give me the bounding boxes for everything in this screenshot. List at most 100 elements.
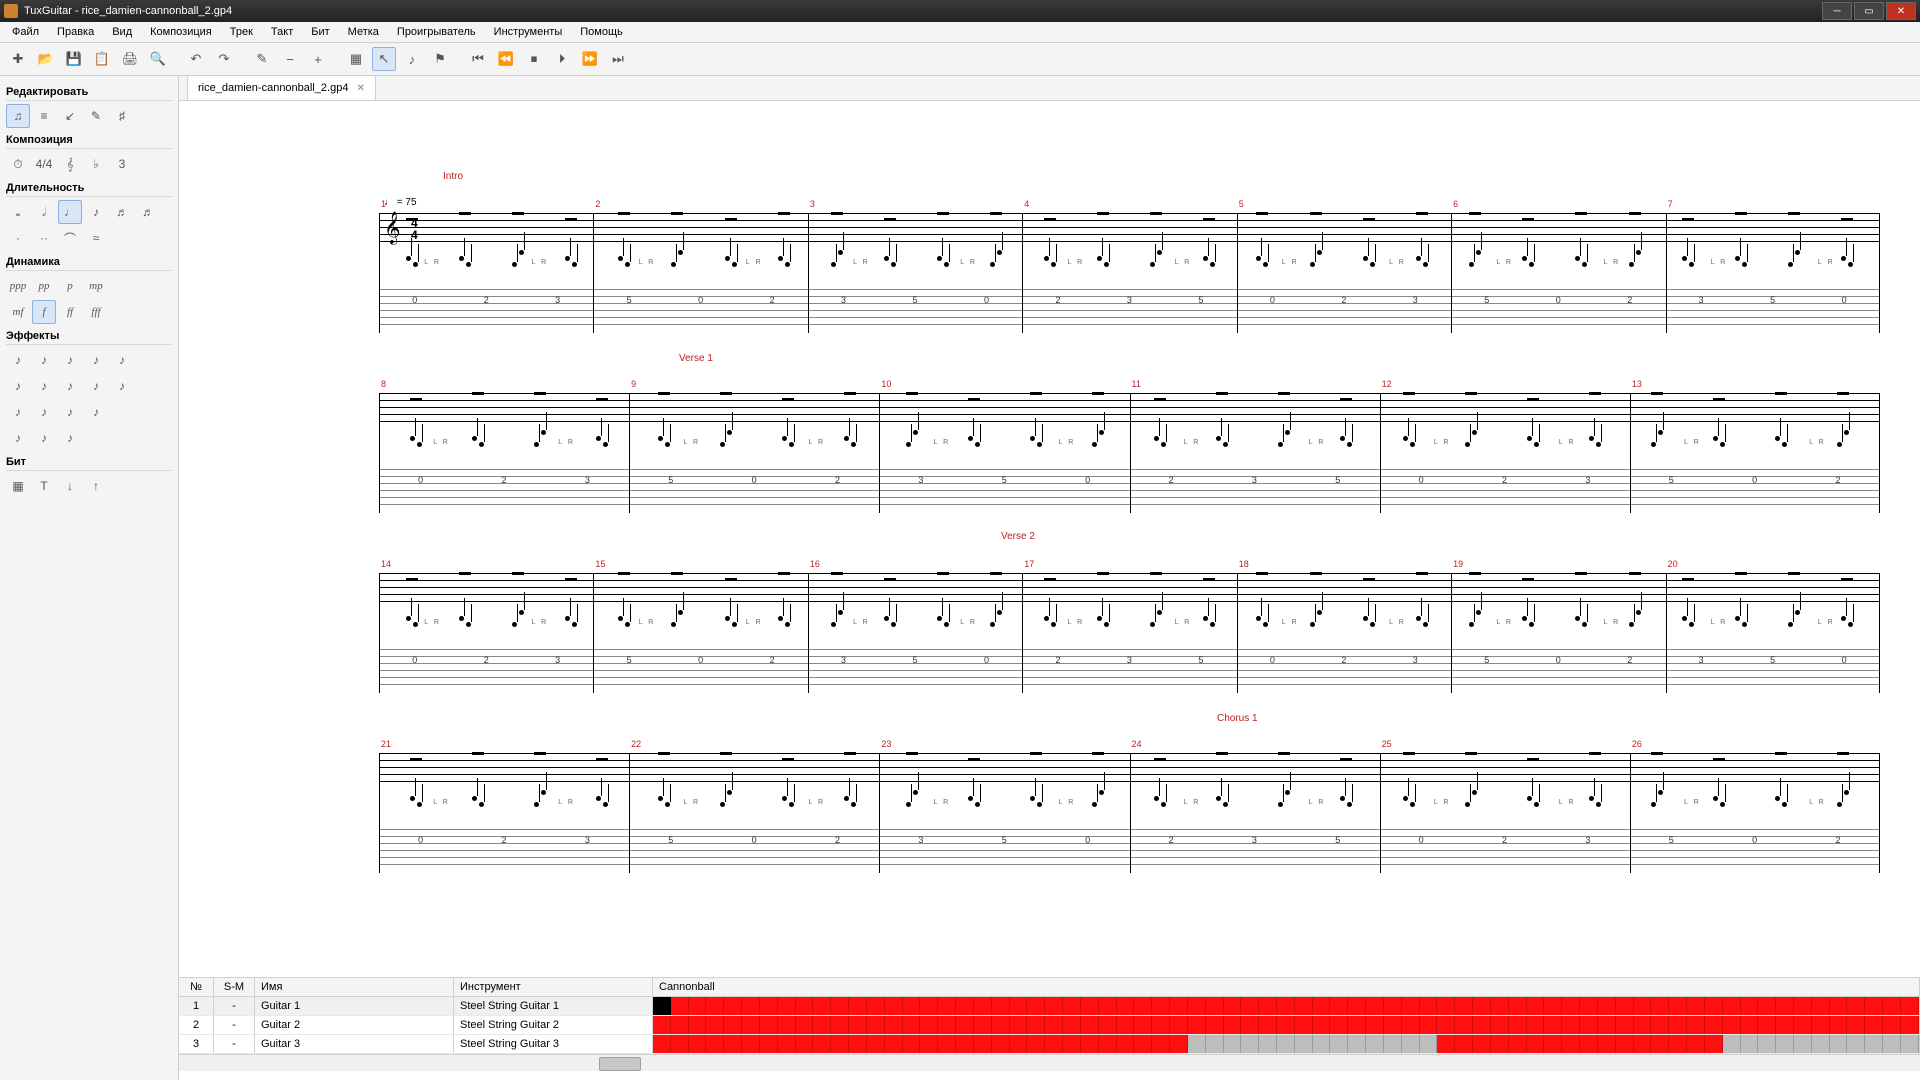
timeline-cell[interactable] [1330, 1035, 1348, 1053]
side-slapping-button[interactable]: ♪ [6, 426, 30, 450]
timeline-cell[interactable] [1366, 1035, 1384, 1053]
timeline-cell[interactable] [1206, 1016, 1224, 1034]
timeline-cell[interactable] [1830, 997, 1848, 1015]
timeline-cell[interactable] [1045, 1016, 1063, 1034]
side-edit-voice2-button[interactable]: ✎ [84, 104, 108, 128]
timeline-cell[interactable] [1527, 1016, 1545, 1034]
track-sm[interactable]: - [214, 997, 255, 1015]
player-last-button[interactable]: ⏭ [606, 47, 630, 71]
timeline-cell[interactable] [1883, 997, 1901, 1015]
timeline-cell[interactable] [1295, 1016, 1313, 1034]
timeline-cell[interactable] [1634, 997, 1652, 1015]
track-header-sm[interactable]: S-M [214, 978, 255, 996]
timeline-cell[interactable] [1437, 1016, 1455, 1034]
timeline-cell[interactable] [1384, 997, 1402, 1015]
side-quarter-button[interactable]: ♩ [58, 200, 82, 224]
timeline-cell[interactable] [1491, 1035, 1509, 1053]
timeline-cell[interactable] [1616, 1035, 1634, 1053]
timeline-cell[interactable] [1170, 1016, 1188, 1034]
timeline-cell[interactable] [796, 1016, 814, 1034]
side-slide-up-button[interactable]: ♪ [58, 348, 82, 372]
timeline-cell[interactable] [1616, 997, 1634, 1015]
timeline-cell[interactable] [1865, 997, 1883, 1015]
timeline-cell[interactable] [1473, 1035, 1491, 1053]
zoom-in-button[interactable]: + [306, 47, 330, 71]
timeline-cell[interactable] [1277, 1035, 1295, 1053]
side-edit-note-button[interactable]: ♫ [6, 104, 30, 128]
timeline-cell[interactable] [1437, 997, 1455, 1015]
side-triplet-feel-button[interactable]: ≈ [84, 226, 108, 250]
timeline-cell[interactable] [1580, 997, 1598, 1015]
timeline-cell[interactable] [1705, 1016, 1723, 1034]
timeline-cell[interactable] [1188, 1035, 1206, 1053]
file-open-button[interactable]: 📂 [34, 47, 58, 71]
side-keysig-button[interactable]: ♭ [84, 152, 108, 176]
timeline-cell[interactable] [849, 997, 867, 1015]
player-next-button[interactable]: ⏩ [578, 47, 602, 71]
timeline-cell[interactable] [1598, 1016, 1616, 1034]
side-eighth-button[interactable]: ♪ [84, 200, 108, 224]
timeline-cell[interactable] [974, 1035, 992, 1053]
timeline-cell[interactable] [1188, 997, 1206, 1015]
track-instrument[interactable]: Steel String Guitar 2 [454, 1016, 653, 1034]
timeline-cell[interactable] [903, 1035, 921, 1053]
menu-трек[interactable]: Трек [222, 24, 261, 40]
timeline-cell[interactable] [1669, 1035, 1687, 1053]
print-button[interactable]: 🖨 [118, 47, 142, 71]
player-flag-button[interactable]: ⚑ [428, 47, 452, 71]
timeline-cell[interactable] [1580, 1016, 1598, 1034]
side-dead-button[interactable]: ♪ [6, 348, 30, 372]
mode-select-button[interactable]: ↖ [372, 47, 396, 71]
timeline-cell[interactable] [1794, 1016, 1812, 1034]
timeline-cell[interactable] [831, 1035, 849, 1053]
timeline-cell[interactable] [956, 1016, 974, 1034]
side-doubledotted-button[interactable]: ·· [32, 226, 56, 250]
undo-button[interactable]: ↶ [184, 47, 208, 71]
timeline-cell[interactable] [1206, 1035, 1224, 1053]
side-fade-button[interactable]: ♪ [58, 426, 82, 450]
timeline-cell[interactable] [1348, 997, 1366, 1015]
timeline-cell[interactable] [1723, 1035, 1741, 1053]
timeline-cell[interactable] [1366, 1016, 1384, 1034]
timeline-cell[interactable] [1330, 1016, 1348, 1034]
dynamic-fff-button[interactable]: fff [84, 300, 108, 324]
timeline-cell[interactable] [653, 1016, 671, 1034]
timeline-cell[interactable] [742, 1016, 760, 1034]
timeline-cell[interactable] [1544, 997, 1562, 1015]
timeline-cell[interactable] [1651, 1035, 1669, 1053]
timeline-cell[interactable] [813, 1016, 831, 1034]
side-whole-button[interactable]: 𝅝 [6, 200, 30, 224]
dynamic-pp-button[interactable]: pp [32, 274, 56, 298]
timeline-cell[interactable] [1758, 1035, 1776, 1053]
track-header-name[interactable]: Имя [255, 978, 454, 996]
side-tremolo-button[interactable]: ♪ [32, 400, 56, 424]
menu-метка[interactable]: Метка [340, 24, 387, 40]
timeline-cell[interactable] [1081, 1035, 1099, 1053]
track-sm[interactable]: - [214, 1035, 255, 1053]
timeline-cell[interactable] [1527, 997, 1545, 1015]
timeline-cell[interactable] [1616, 1016, 1634, 1034]
timeline-cell[interactable] [1865, 1035, 1883, 1053]
timeline-cell[interactable] [1812, 997, 1830, 1015]
timeline-cell[interactable] [867, 997, 885, 1015]
timeline-cell[interactable] [1794, 997, 1812, 1015]
timeline-cell[interactable] [1099, 997, 1117, 1015]
timeline-cell[interactable] [1901, 1016, 1919, 1034]
side-tapping-button[interactable]: ♪ [84, 400, 108, 424]
timeline-cell[interactable] [689, 997, 707, 1015]
menu-инструменты[interactable]: Инструменты [486, 24, 571, 40]
timeline-cell[interactable] [1010, 997, 1028, 1015]
score-view[interactable]: ♩ = 75 𝄞 4 4 IntroVerse 1Verse 2Chorus 1… [179, 101, 1920, 977]
timeline-cell[interactable] [1366, 997, 1384, 1015]
track-timeline[interactable] [653, 1016, 1920, 1034]
timeline-cell[interactable] [1188, 1016, 1206, 1034]
timeline-cell[interactable] [1045, 1035, 1063, 1053]
timeline-cell[interactable] [867, 1035, 885, 1053]
timeline-cell[interactable] [1491, 997, 1509, 1015]
timeline-cell[interactable] [813, 1035, 831, 1053]
timeline-cell[interactable] [920, 997, 938, 1015]
player-prev-button[interactable]: ⏪ [494, 47, 518, 71]
timeline-cell[interactable] [706, 1035, 724, 1053]
timeline-cell[interactable] [742, 997, 760, 1015]
timeline-cell[interactable] [867, 1016, 885, 1034]
